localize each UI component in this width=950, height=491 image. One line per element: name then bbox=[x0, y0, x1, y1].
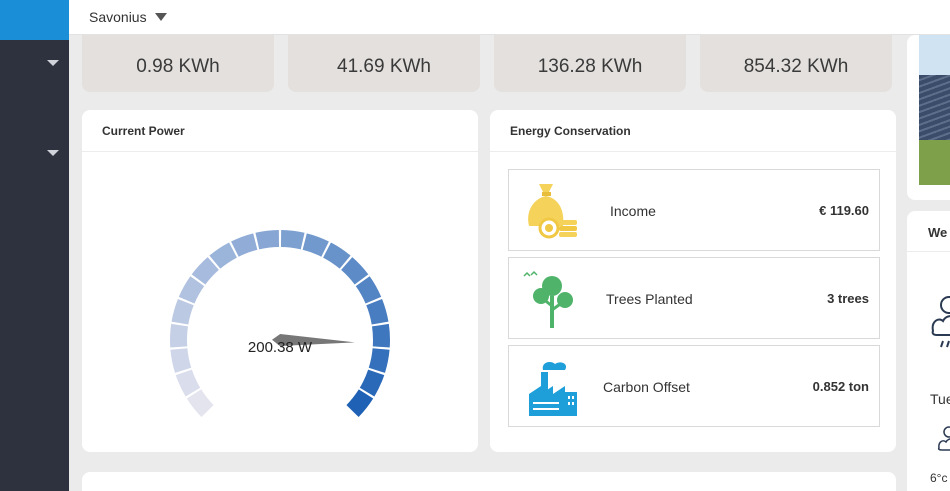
gauge-segment bbox=[186, 389, 214, 417]
gauge-segment bbox=[255, 230, 280, 250]
energy-conservation-title: Energy Conservation bbox=[510, 124, 631, 138]
gauge-segment bbox=[302, 233, 329, 257]
income-row: Income € 119.60 bbox=[508, 169, 880, 251]
carbon-offset-row: Carbon Offset 0.852 ton bbox=[508, 345, 880, 427]
trees-planted-row: Trees Planted 3 trees bbox=[508, 257, 880, 339]
bottom-card bbox=[82, 472, 896, 491]
weather-day: Tue bbox=[930, 391, 950, 407]
weather-small-cloud-icon bbox=[937, 426, 950, 451]
site-photo bbox=[907, 35, 950, 200]
trees-planted-label: Trees Planted bbox=[606, 291, 693, 307]
weather-temp: 6°c bbox=[930, 471, 948, 485]
current-power-value: 200.38 W bbox=[247, 339, 313, 356]
power-gauge bbox=[170, 230, 391, 417]
gauge-segment bbox=[231, 233, 258, 257]
trees-planted-value: 3 trees bbox=[827, 291, 869, 306]
weather-card: We Tue 6°c bbox=[907, 211, 950, 491]
energy-stat-4-value: 854.32 KWh bbox=[743, 56, 849, 77]
sidebar-menu-2-chevron-down-icon[interactable] bbox=[47, 150, 59, 156]
gauge-segments bbox=[170, 230, 391, 417]
energy-stat-3: 136.28 KWh bbox=[494, 35, 686, 92]
energy-stat-3-value: 136.28 KWh bbox=[537, 56, 643, 77]
site-selector[interactable]: Savonius bbox=[89, 9, 147, 25]
energy-conservation-card: Energy Conservation Income € 119.60 Tree… bbox=[490, 110, 896, 452]
card-divider bbox=[490, 151, 896, 152]
site-selector-caret-icon[interactable] bbox=[155, 13, 167, 21]
tree-icon bbox=[523, 270, 573, 328]
energy-stat-2: 41.69 KWh bbox=[288, 35, 480, 92]
sidebar bbox=[0, 0, 69, 491]
carbon-offset-label: Carbon Offset bbox=[603, 379, 690, 395]
income-label: Income bbox=[610, 203, 656, 219]
carbon-offset-value: 0.852 ton bbox=[812, 379, 869, 394]
gauge-segment bbox=[366, 298, 389, 325]
weather-title: We bbox=[928, 225, 948, 240]
factory-icon bbox=[529, 362, 577, 416]
photo-solar-panels bbox=[919, 75, 950, 140]
weather-cloud-sun-icon bbox=[931, 296, 950, 348]
current-power-title: Current Power bbox=[102, 124, 185, 138]
energy-stat-1: 0.98 KWh bbox=[82, 35, 274, 92]
gauge-segment bbox=[171, 298, 194, 325]
gauge-segment bbox=[280, 230, 305, 250]
photo-grass bbox=[919, 140, 950, 185]
energy-stat-2-value: 41.69 KWh bbox=[337, 56, 431, 77]
energy-stat-1-value: 0.98 KWh bbox=[136, 56, 220, 77]
gauge-segment bbox=[346, 389, 374, 417]
money-bag-icon bbox=[528, 184, 577, 239]
energy-stat-4: 854.32 KWh bbox=[700, 35, 892, 92]
income-value: € 119.60 bbox=[819, 203, 869, 218]
topbar: Savonius bbox=[69, 0, 950, 35]
brand-logo[interactable] bbox=[0, 0, 69, 40]
photo-sky bbox=[919, 35, 950, 75]
current-power-card: Current Power 200.38 W bbox=[82, 110, 478, 452]
card-divider bbox=[907, 251, 950, 252]
sidebar-menu-1-chevron-down-icon[interactable] bbox=[47, 60, 59, 66]
